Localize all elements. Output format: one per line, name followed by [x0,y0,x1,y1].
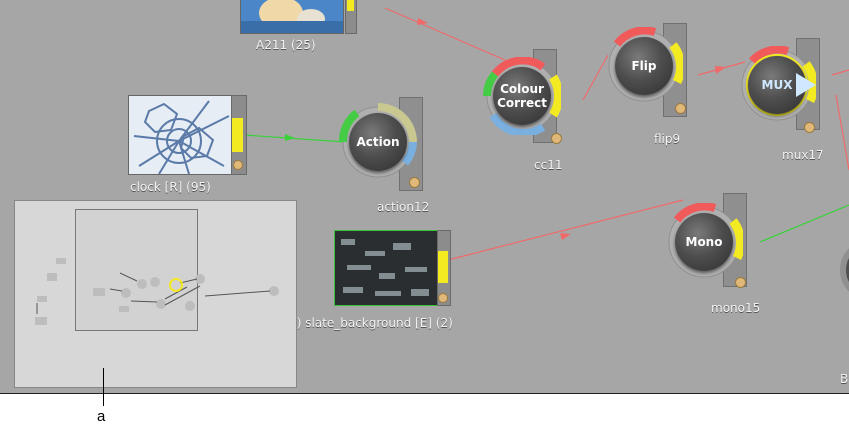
callout-label: a [97,408,106,425]
node-status-dot [675,103,686,114]
node-label-colour-correct: cc11 [534,158,563,172]
clip-node-a211[interactable] [240,0,357,34]
link-arrow [417,18,428,25]
link-mono-to-edge [759,204,849,243]
process-node-colour-correct[interactable]: Colour Correct [483,49,562,144]
link-arrow [560,233,571,240]
node-status-dot [409,177,420,188]
link-slate-to-mono [447,199,684,261]
schematic-canvas[interactable]: A211 (25) clock [R] (95) Action action12… [0,0,849,394]
navigator-minimap [35,258,279,325]
node-label-mux: mux17 [782,148,824,162]
node-title: Mono [675,213,733,271]
clip-thumbnail [129,96,231,174]
process-node-flip[interactable]: Flip [605,23,687,117]
process-node-mono[interactable]: Mono [665,193,747,288]
link-mux-to-edge [831,69,849,76]
link-arrow [715,66,726,74]
navigator-selection [169,278,183,292]
node-status-dot [551,133,562,144]
schematic-navigator[interactable] [14,200,297,388]
process-node-mux[interactable]: MUX [738,38,820,133]
callout-line [103,368,104,406]
link-mux-down [835,94,849,171]
clip-thumbnail [241,0,343,33]
node-label-action: action12 [377,200,430,214]
clip-node-clock[interactable] [128,95,247,175]
link-clock-to-action [243,134,346,143]
output-port[interactable] [232,118,243,152]
output-port[interactable] [347,0,354,11]
node-label-slate-background: (C1) slate_background [E] (2) [276,316,453,330]
mux-arrow-icon [796,73,816,97]
node-label-a211: A211 (25) [256,38,316,52]
node-label-mono: mono15 [711,301,761,315]
node-status-dot [233,160,243,170]
offscreen-node[interactable] [831,240,849,300]
clip-node-slate-background[interactable] [334,230,451,306]
link-arrow [285,134,295,141]
process-node-action[interactable]: Action [339,97,423,191]
node-label-clock: clock [R] (95) [130,180,211,194]
node-title: Flip [615,37,673,95]
node-status-dot [735,277,746,288]
node-title: Action [349,113,407,171]
node-title: Colour Correct [493,67,551,125]
clip-thumbnail [335,231,437,305]
node-label-flip: flip9 [654,132,681,146]
node-label-edge: B [840,372,849,386]
output-port[interactable] [438,251,448,283]
node-status-dot [804,122,815,133]
node-status-dot [438,293,448,303]
link-a211-to-cc [384,7,506,61]
